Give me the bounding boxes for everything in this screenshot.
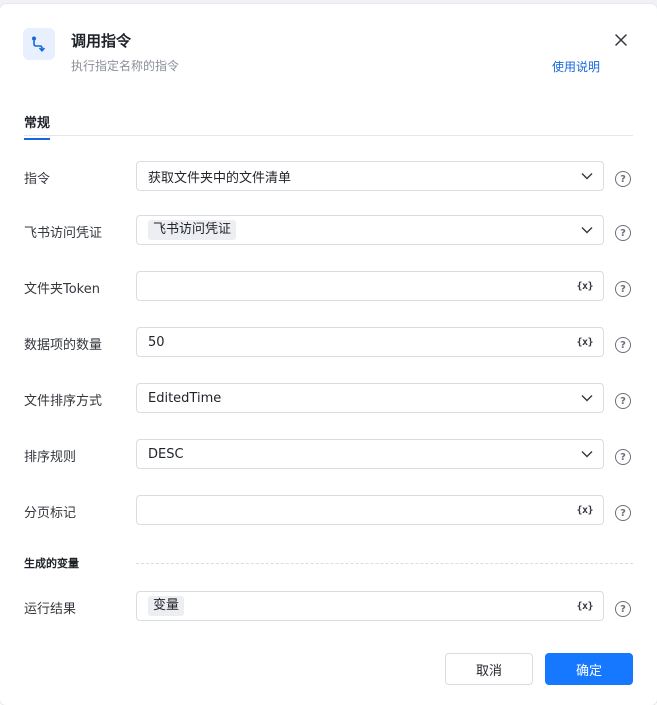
credential-select[interactable]: 飞书访问凭证 <box>136 215 604 245</box>
sort-order-label: 排序规则 <box>24 450 77 465</box>
run-result-input[interactable]: 变量 {x} <box>136 591 604 621</box>
sort-field-value: EditedTime <box>148 390 222 406</box>
output-section-title: 生成的变量 <box>24 557 79 570</box>
help-icon[interactable]: ? <box>615 601 631 617</box>
folder-token-label: 文件夹Token <box>24 282 100 297</box>
sort-order-select[interactable]: DESC <box>136 439 604 469</box>
invoke-command-dialog: 调用指令 执行指定名称的指令 使用说明 常规 指令 获取文件夹中的文件清单 ? … <box>0 4 657 705</box>
help-icon[interactable]: ? <box>615 337 631 353</box>
variable-icon[interactable]: {x} <box>576 601 593 612</box>
credential-label: 飞书访问凭证 <box>24 226 103 241</box>
chevron-down-icon <box>581 394 593 402</box>
page-token-label: 分页标记 <box>24 506 77 521</box>
variable-icon[interactable]: {x} <box>576 505 593 516</box>
cancel-button[interactable]: 取消 <box>445 653 533 685</box>
flow-branch-icon <box>23 28 55 60</box>
command-value: 获取文件夹中的文件清单 <box>148 170 292 186</box>
item-count-label: 数据项的数量 <box>24 338 103 353</box>
dialog-subtitle: 执行指定名称的指令 <box>71 59 180 73</box>
item-count-input[interactable]: 50 {x} <box>136 327 604 357</box>
run-result-label: 运行结果 <box>24 602 77 617</box>
help-icon[interactable]: ? <box>615 281 631 297</box>
run-result-tag: 变量 <box>148 596 185 616</box>
sort-order-value: DESC <box>148 446 184 462</box>
chevron-down-icon <box>581 226 593 234</box>
help-icon[interactable]: ? <box>615 225 631 241</box>
help-icon[interactable]: ? <box>615 171 631 187</box>
variable-icon[interactable]: {x} <box>576 281 593 292</box>
chevron-down-icon <box>581 172 593 180</box>
page-token-input[interactable]: {x} <box>136 495 604 525</box>
sort-field-select[interactable]: EditedTime <box>136 383 604 413</box>
folder-token-input[interactable]: {x} <box>136 271 604 301</box>
run-result-value-wrap: 变量 <box>148 596 576 616</box>
section-divider <box>136 563 633 564</box>
credential-tag: 飞书访问凭证 <box>148 220 237 240</box>
help-icon[interactable]: ? <box>615 393 631 409</box>
confirm-button[interactable]: 确定 <box>545 653 633 685</box>
usage-guide-link[interactable]: 使用说明 <box>552 58 600 75</box>
variable-icon[interactable]: {x} <box>576 337 593 348</box>
item-count-value: 50 <box>148 334 165 350</box>
command-label: 指令 <box>24 172 51 187</box>
sort-field-label: 文件排序方式 <box>24 394 103 409</box>
credential-value-wrap: 飞书访问凭证 <box>148 220 581 240</box>
dialog-title: 调用指令 <box>71 32 132 50</box>
close-icon <box>615 34 627 46</box>
help-icon[interactable]: ? <box>615 505 631 521</box>
command-select[interactable]: 获取文件夹中的文件清单 <box>136 161 604 191</box>
tab-divider <box>24 135 633 136</box>
help-icon[interactable]: ? <box>615 449 631 465</box>
chevron-down-icon <box>581 450 593 458</box>
close-button[interactable] <box>613 32 629 48</box>
